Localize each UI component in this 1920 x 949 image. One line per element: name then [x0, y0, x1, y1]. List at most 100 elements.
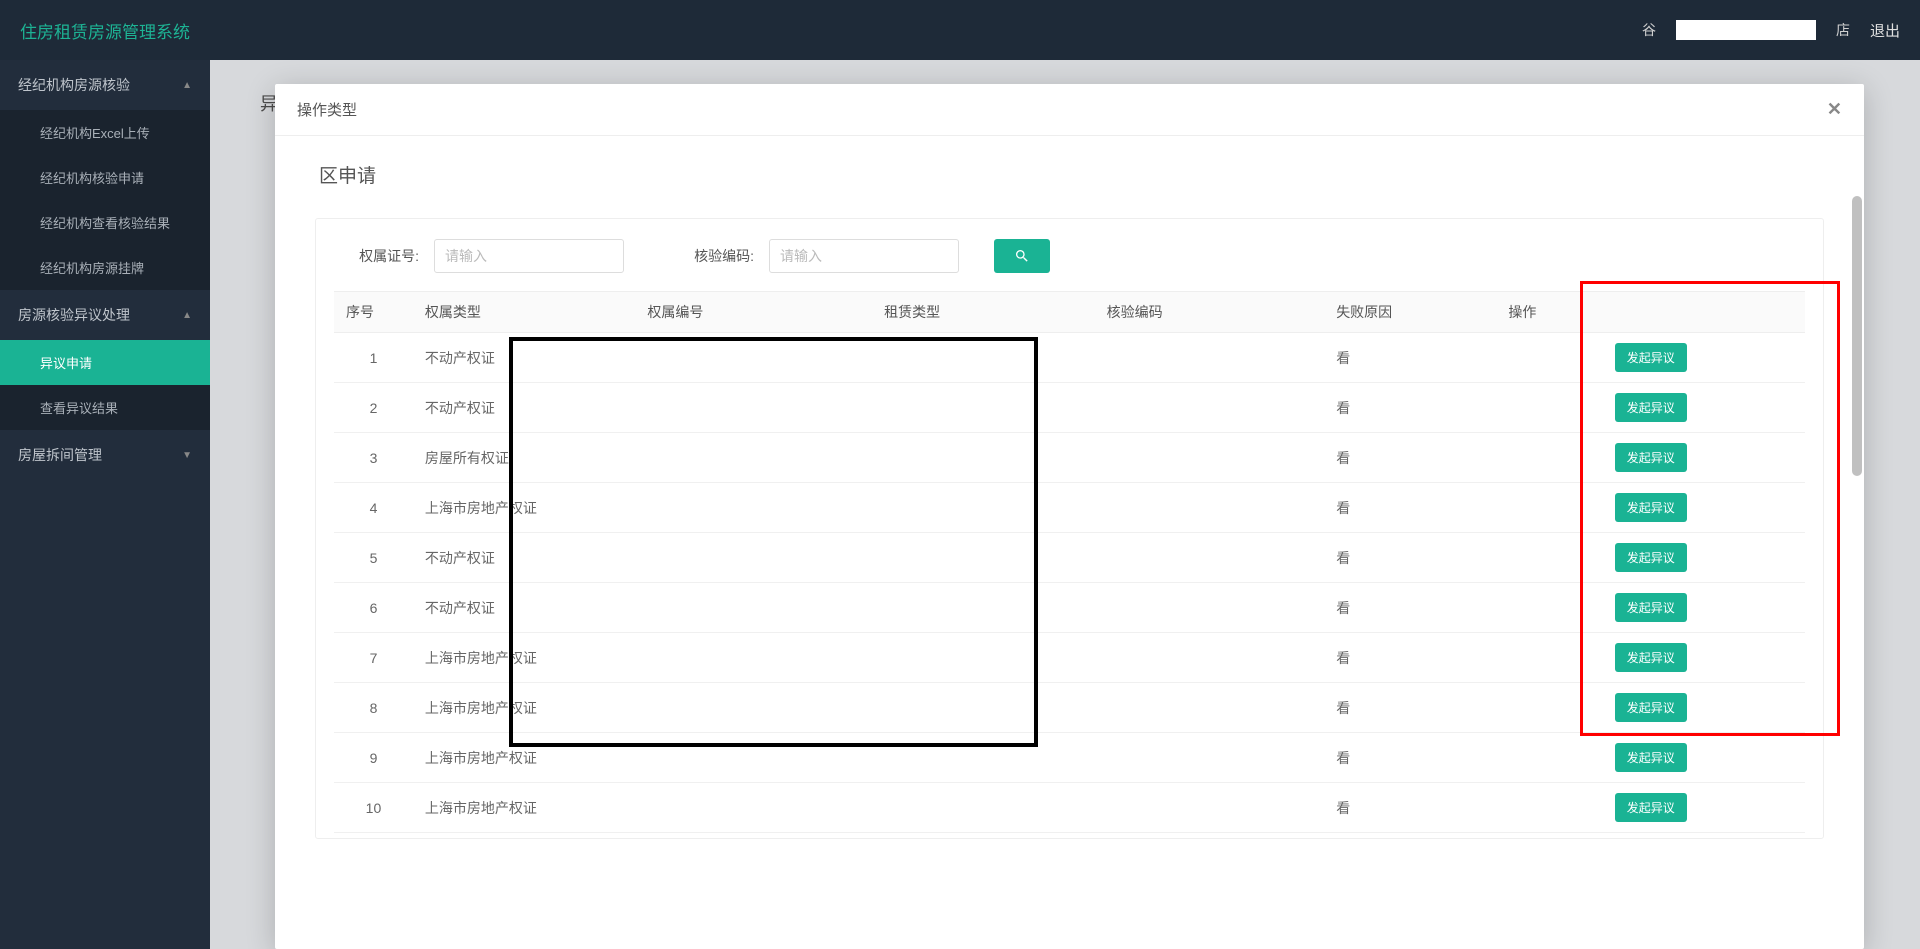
chevron-up-icon: ▲ — [182, 310, 192, 321]
cell-cert-no — [635, 383, 872, 433]
raise-objection-button[interactable]: 发起异议 — [1615, 543, 1687, 572]
table-row: 4上海市房地产权证看发起异议 — [334, 483, 1805, 533]
cell-fail-reason: 看 — [1324, 733, 1496, 783]
cell-fail-reason: 看 — [1324, 433, 1496, 483]
cell-cert-type: 上海市房地产权证 — [413, 633, 635, 683]
cell-cert-no — [635, 533, 872, 583]
table-row: 6不动产权证看发起异议 — [334, 583, 1805, 633]
raise-objection-button[interactable]: 发起异议 — [1615, 393, 1687, 422]
cell-cert-type: 不动产权证 — [413, 533, 635, 583]
table-row: 7上海市房地产权证看发起异议 — [334, 633, 1805, 683]
menu-group-demolition[interactable]: 房屋拆间管理 ▼ — [0, 430, 210, 480]
th-cert-type: 权属类型 — [413, 292, 635, 333]
th-operation: 操作 — [1496, 292, 1805, 333]
cell-cert-type: 上海市房地产权证 — [413, 733, 635, 783]
raise-objection-button[interactable]: 发起异议 — [1615, 743, 1687, 772]
cell-cert-type: 不动产权证 — [413, 383, 635, 433]
objection-table: 序号 权属类型 权属编号 租赁类型 核验编码 失败原因 操作 1不动产权证看发起… — [334, 291, 1805, 833]
cell-rent-type — [872, 333, 1094, 383]
menu-agency-verify-apply[interactable]: 经纪机构核验申请 — [0, 155, 210, 200]
cell-seq: 2 — [334, 383, 413, 433]
main-content: 异 操作类型 ✕ 区申请 权属证号: 核验编码: — [210, 60, 1920, 949]
cell-seq: 6 — [334, 583, 413, 633]
cell-seq: 5 — [334, 533, 413, 583]
table-row: 5不动产权证看发起异议 — [334, 533, 1805, 583]
th-seq: 序号 — [334, 292, 413, 333]
chevron-up-icon: ▲ — [182, 80, 192, 91]
cell-rent-type — [872, 433, 1094, 483]
raise-objection-button[interactable]: 发起异议 — [1615, 693, 1687, 722]
cell-rent-type — [872, 383, 1094, 433]
cell-cert-type: 房屋所有权证 — [413, 433, 635, 483]
logout-button[interactable]: 退出 — [1870, 20, 1900, 41]
cell-operation: 发起异议 — [1496, 583, 1805, 633]
cell-check-code — [1095, 483, 1325, 533]
table-row: 9上海市房地产权证看发起异议 — [334, 733, 1805, 783]
cell-cert-type: 上海市房地产权证 — [413, 683, 635, 733]
cell-operation: 发起异议 — [1496, 733, 1805, 783]
menu-group-agency-verify[interactable]: 经纪机构房源核验 ▲ — [0, 60, 210, 110]
cell-operation: 发起异议 — [1496, 633, 1805, 683]
search-icon — [1014, 248, 1030, 264]
cell-operation: 发起异议 — [1496, 333, 1805, 383]
cell-cert-no — [635, 733, 872, 783]
cell-cert-type: 上海市房地产权证 — [413, 783, 635, 833]
menu-group-label: 房源核验异议处理 — [18, 305, 130, 325]
cell-fail-reason: 看 — [1324, 483, 1496, 533]
th-cert-no: 权属编号 — [635, 292, 872, 333]
menu-group-objection[interactable]: 房源核验异议处理 ▲ — [0, 290, 210, 340]
table-row: 3房屋所有权证 看 发起异议 — [334, 433, 1805, 483]
cell-cert-no — [635, 333, 872, 383]
cell-rent-type — [872, 533, 1094, 583]
table-row: 10上海市房地产权证看发起异议 — [334, 783, 1805, 833]
cell-operation: 发起异议 — [1496, 783, 1805, 833]
raise-objection-button[interactable]: 发起异议 — [1615, 493, 1687, 522]
cell-check-code — [1095, 333, 1325, 383]
cell-seq: 10 — [334, 783, 413, 833]
menu-agency-excel-upload[interactable]: 经纪机构Excel上传 — [0, 110, 210, 155]
cell-rent-type — [872, 783, 1094, 833]
cert-number-label: 权属证号: — [349, 246, 419, 266]
table-row: 2不动产权证 看 发起异议 — [334, 383, 1805, 433]
search-button[interactable] — [994, 239, 1050, 273]
cell-rent-type — [872, 733, 1094, 783]
cell-rent-type — [872, 483, 1094, 533]
cell-cert-no — [635, 683, 872, 733]
menu-group-label: 经纪机构房源核验 — [18, 75, 130, 95]
menu-group-label: 房屋拆间管理 — [18, 445, 102, 465]
check-code-input[interactable] — [769, 239, 959, 273]
cell-seq: 3 — [334, 433, 413, 483]
cell-cert-no — [635, 583, 872, 633]
check-code-label: 核验编码: — [684, 246, 754, 266]
raise-objection-button[interactable]: 发起异议 — [1615, 443, 1687, 472]
menu-agency-listing[interactable]: 经纪机构房源挂牌 — [0, 245, 210, 290]
raise-objection-button[interactable]: 发起异议 — [1615, 593, 1687, 622]
cell-cert-no — [635, 633, 872, 683]
raise-objection-button[interactable]: 发起异议 — [1615, 793, 1687, 822]
modal-title: 操作类型 — [297, 99, 357, 120]
cell-seq: 7 — [334, 633, 413, 683]
cell-rent-type — [872, 683, 1094, 733]
operation-type-modal: 操作类型 ✕ 区申请 权属证号: 核验编码: — [275, 84, 1864, 949]
cell-operation: 发起异议 — [1496, 533, 1805, 583]
raise-objection-button[interactable]: 发起异议 — [1615, 643, 1687, 672]
menu-objection-apply[interactable]: 异议申请 — [0, 340, 210, 385]
cell-seq: 4 — [334, 483, 413, 533]
cell-cert-no — [635, 783, 872, 833]
modal-scrollbar[interactable] — [1852, 196, 1862, 476]
cell-fail-reason: 看 — [1324, 333, 1496, 383]
cell-fail-reason: 看 — [1324, 383, 1496, 433]
raise-objection-button[interactable]: 发起异议 — [1615, 343, 1687, 372]
menu-agency-verify-result[interactable]: 经纪机构查看核验结果 — [0, 200, 210, 245]
section-title: 区申请 — [315, 161, 1824, 188]
cell-check-code — [1095, 683, 1325, 733]
cert-number-input[interactable] — [434, 239, 624, 273]
cell-check-code — [1095, 783, 1325, 833]
menu-objection-result[interactable]: 查看异议结果 — [0, 385, 210, 430]
th-rent-type: 租赁类型 — [872, 292, 1094, 333]
cell-check-code — [1095, 533, 1325, 583]
app-brand: 住房租赁房源管理系统 — [20, 18, 190, 43]
cell-operation: 发起异议 — [1496, 683, 1805, 733]
close-icon[interactable]: ✕ — [1827, 99, 1842, 120]
cell-operation: 发起异议 — [1496, 433, 1805, 483]
